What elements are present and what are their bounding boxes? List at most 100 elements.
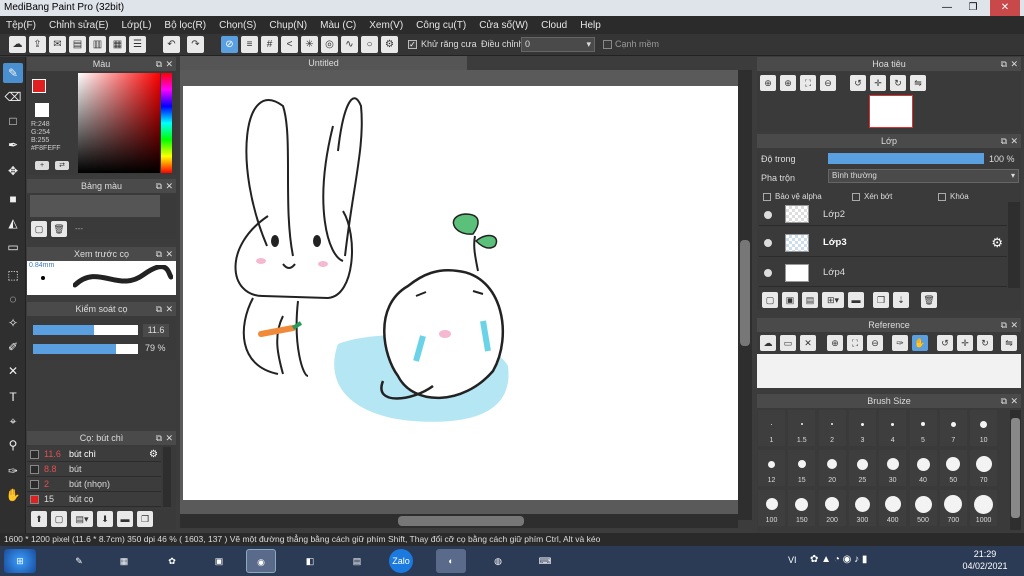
- move-tool-icon[interactable]: ✥: [3, 161, 23, 181]
- new-palette-icon[interactable]: ▢: [31, 221, 47, 237]
- zoom-in-icon[interactable]: ⊕: [760, 75, 776, 91]
- trash-icon[interactable]: 🗑: [51, 221, 67, 237]
- menu-window[interactable]: Cửa số(W): [479, 20, 528, 31]
- swap-color-icon[interactable]: ⇄: [55, 161, 69, 170]
- folder-icon[interactable]: ▬: [848, 292, 864, 308]
- tray-icons[interactable]: ✿ ▲ ◔ ◉ ♪ ▮: [810, 554, 867, 565]
- antialias-checkbox[interactable]: ✓: [408, 40, 417, 49]
- margin-checkbox[interactable]: [603, 40, 612, 49]
- drawing-canvas[interactable]: [183, 86, 738, 500]
- taskbar-app-icon[interactable]: ⌨: [530, 549, 560, 573]
- close-icon[interactable]: ✕: [1010, 57, 1018, 71]
- brush-size-cell[interactable]: 1: [758, 410, 785, 446]
- text-icon[interactable]: ▤: [69, 36, 86, 53]
- taskbar-medibang-icon[interactable]: ◉: [246, 549, 276, 573]
- brush-size-cell[interactable]: 30: [879, 450, 907, 486]
- minimize-button[interactable]: —: [936, 0, 958, 16]
- taskbar-app-icon[interactable]: ▣: [204, 549, 234, 573]
- flip-icon[interactable]: ⇋: [1001, 335, 1017, 351]
- folder-open-icon[interactable]: ▭: [780, 335, 796, 351]
- brush-size-cell[interactable]: 25: [848, 450, 876, 486]
- new-layer-icon[interactable]: ▢: [762, 292, 778, 308]
- undock-icon[interactable]: ⧉: [1001, 134, 1007, 148]
- gradient-tool-icon[interactable]: ▭: [3, 237, 23, 257]
- radial-snap-icon[interactable]: ✳: [301, 36, 318, 53]
- new-brush-icon[interactable]: ▢: [51, 511, 67, 527]
- taskbar-app-icon[interactable]: ▦: [109, 549, 139, 573]
- opacity-slider[interactable]: [33, 344, 138, 354]
- taskbar-app-icon[interactable]: ◐: [436, 549, 466, 573]
- add-brush-icon[interactable]: ⬆: [31, 511, 47, 527]
- layer-row-selected[interactable]: Lớp3 ⚙: [759, 230, 1007, 257]
- hand-icon[interactable]: ✋: [912, 335, 928, 351]
- cross-snap-icon[interactable]: #: [261, 36, 278, 53]
- circle-snap-icon[interactable]: ◎: [321, 36, 338, 53]
- text-tool-icon[interactable]: T: [3, 387, 23, 407]
- menu-filter[interactable]: Bộ lọc(R): [164, 20, 206, 31]
- close-icon[interactable]: ✕: [1010, 394, 1018, 408]
- list-icon[interactable]: ☰: [129, 36, 146, 53]
- zoom-in-icon[interactable]: ⊕: [827, 335, 843, 351]
- undock-icon[interactable]: ⧉: [1001, 318, 1007, 332]
- adjust-select[interactable]: 0 ▾: [521, 37, 595, 52]
- lock-checkbox[interactable]: [938, 193, 946, 201]
- brush-list-scrollbar[interactable]: [163, 447, 171, 507]
- clock-time[interactable]: 21:29: [960, 549, 1010, 559]
- bucket-tool-icon[interactable]: ◭: [3, 213, 23, 233]
- close-icon[interactable]: ✕: [165, 179, 173, 193]
- brush-size-cell[interactable]: 1.5: [788, 410, 816, 446]
- eye-icon[interactable]: [764, 211, 772, 219]
- undock-icon[interactable]: ⧉: [1001, 57, 1007, 71]
- pen-tool-icon[interactable]: ✒: [3, 135, 23, 155]
- fit-icon[interactable]: ⛶: [847, 335, 863, 351]
- brush-size-cell[interactable]: 150: [788, 490, 816, 526]
- brush-size-cell[interactable]: 1000: [970, 490, 998, 526]
- vertical-scrollbar[interactable]: [738, 70, 752, 520]
- maximize-button[interactable]: ❐: [962, 0, 984, 16]
- brush-item[interactable]: 2 bút (nhọn): [27, 477, 161, 492]
- snap-off-icon[interactable]: ⊘: [221, 36, 238, 53]
- size-slider[interactable]: [33, 325, 138, 335]
- menu-view[interactable]: Xem(V): [369, 20, 403, 31]
- undock-icon[interactable]: ⧉: [156, 247, 162, 261]
- comment-icon[interactable]: ✉: [49, 36, 66, 53]
- menu-select[interactable]: Chọn(S): [219, 20, 256, 31]
- brush-size-cell[interactable]: 2: [818, 410, 846, 446]
- select-tool-icon[interactable]: ⬚: [3, 265, 23, 285]
- menu-edit[interactable]: Chỉnh sửa(E): [49, 20, 109, 31]
- document-tab[interactable]: Untitled: [180, 56, 467, 70]
- menu-file[interactable]: Tệp(F): [6, 20, 36, 31]
- cloud-icon[interactable]: ☁: [9, 36, 26, 53]
- rotate-right-icon[interactable]: ↻: [977, 335, 993, 351]
- brush-item[interactable]: 11.6 bút chì ⚙: [27, 447, 161, 462]
- close-icon[interactable]: ✕: [165, 57, 173, 71]
- select-pen-tool-icon[interactable]: ✐: [3, 337, 23, 357]
- close-icon[interactable]: ✕: [165, 247, 173, 261]
- chrome-icon[interactable]: ◍: [483, 549, 513, 573]
- eye-icon[interactable]: [764, 269, 772, 277]
- undock-icon[interactable]: ⧉: [156, 431, 162, 445]
- layer-row[interactable]: Lớp2: [759, 202, 1007, 226]
- trash-icon[interactable]: 🗑: [921, 292, 937, 308]
- brush-size-cell[interactable]: 3: [848, 410, 876, 446]
- rotate-left-icon[interactable]: ↺: [850, 75, 866, 91]
- import-brush-icon[interactable]: ⬇: [97, 511, 113, 527]
- parallel-snap-icon[interactable]: ≡: [241, 36, 258, 53]
- undock-icon[interactable]: ⧉: [156, 57, 162, 71]
- horizontal-scroll-thumb[interactable]: [398, 516, 524, 526]
- start-icon[interactable]: ⊞: [4, 549, 36, 573]
- close-icon[interactable]: ✕: [165, 431, 173, 445]
- folder-icon[interactable]: ▬: [117, 511, 133, 527]
- brush-size-cell[interactable]: 15: [788, 450, 816, 486]
- current-color-swatch[interactable]: [35, 103, 49, 117]
- fit-window-icon[interactable]: ✛: [870, 75, 886, 91]
- close-icon[interactable]: ✕: [1010, 318, 1018, 332]
- rotate-right-icon[interactable]: ↻: [890, 75, 906, 91]
- vertical-scroll-thumb[interactable]: [740, 240, 750, 346]
- menu-help[interactable]: Help: [580, 20, 601, 31]
- zoom-out-icon[interactable]: ⊖: [867, 335, 883, 351]
- brush-size-cell[interactable]: 100: [758, 490, 785, 526]
- taskbar-app-icon[interactable]: ✎: [64, 549, 94, 573]
- brush-size-scroll-thumb[interactable]: [1011, 418, 1020, 518]
- layer-menu-icon[interactable]: ⊞▾: [822, 292, 844, 308]
